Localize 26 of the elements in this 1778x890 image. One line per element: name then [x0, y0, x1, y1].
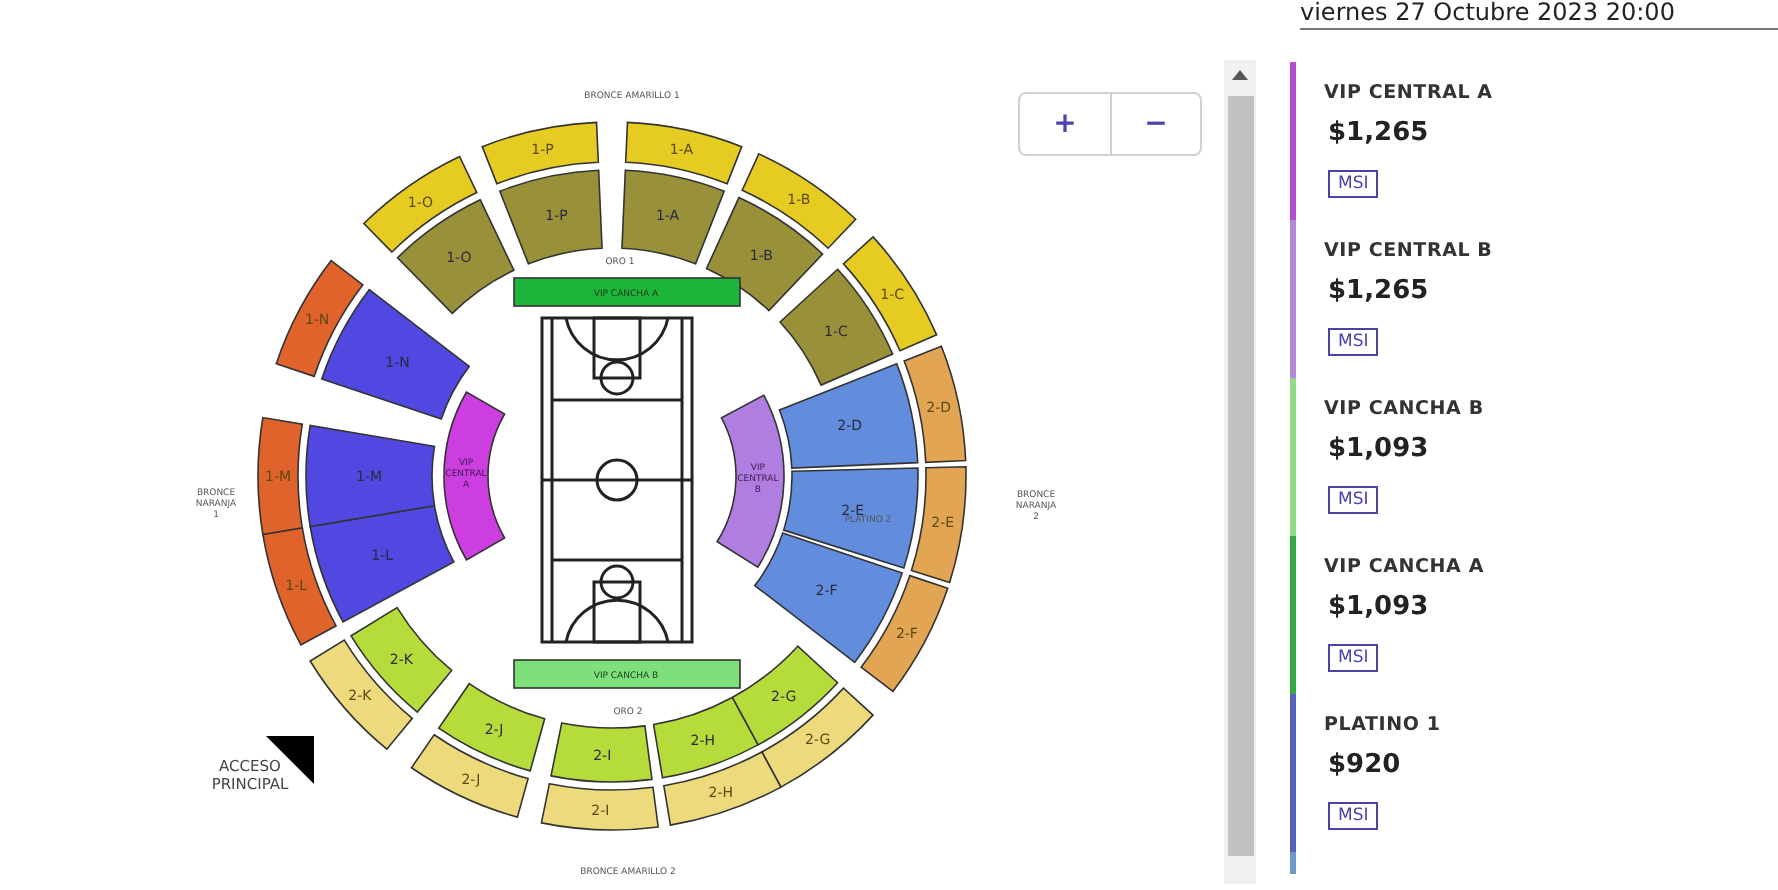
category-price: $1,265	[1328, 276, 1431, 306]
category-name: VIP CENTRAL A	[1324, 82, 1495, 104]
msi-badge: MSI	[1328, 802, 1379, 830]
zoom-in-button[interactable]: +	[1020, 94, 1110, 154]
msi-badge: MSI	[1328, 328, 1379, 356]
category-name: PLATINO 1	[1324, 714, 1443, 736]
category-name: VIP CENTRAL B	[1324, 240, 1495, 262]
price-category[interactable]: PLATINO 1 $920 MSI	[1290, 694, 1778, 852]
scroll-up-icon[interactable]	[1232, 70, 1248, 80]
price-category[interactable]: VIP CANCHA A $1,093 MSI	[1290, 536, 1778, 694]
price-category[interactable]: VIP CENTRAL A $1,265 MSI	[1290, 62, 1778, 220]
msi-badge: MSI	[1328, 644, 1379, 672]
category-name: VIP CANCHA B	[1324, 398, 1486, 420]
category-price: $1,093	[1328, 434, 1431, 464]
category-price: $920	[1328, 750, 1403, 780]
price-category[interactable]: VIP CANCHA B $1,093 MSI	[1290, 378, 1778, 536]
scrollbar[interactable]	[1224, 60, 1256, 884]
category-name: VIP CANCHA A	[1324, 556, 1486, 578]
msi-badge: MSI	[1328, 486, 1379, 514]
event-date: viernes 27 Octubre 2023 20:00	[1300, 0, 1778, 30]
price-category[interactable]: VIP CENTRAL B $1,265 MSI	[1290, 220, 1778, 378]
category-price: $1,265	[1328, 118, 1431, 148]
zoom-out-button[interactable]: −	[1110, 94, 1200, 154]
scrollbar-thumb[interactable]	[1227, 96, 1253, 856]
category-price: $1,093	[1328, 592, 1431, 622]
msi-badge: MSI	[1328, 170, 1379, 198]
